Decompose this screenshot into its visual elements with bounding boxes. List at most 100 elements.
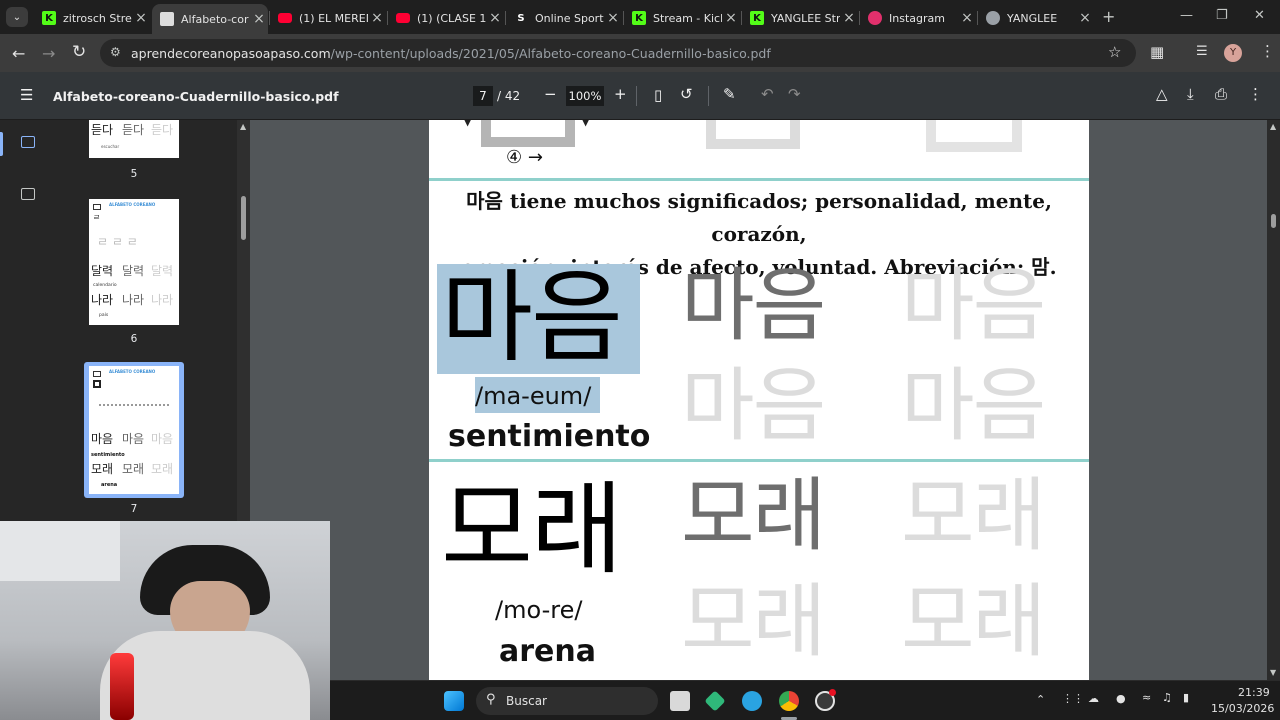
- gem-app-icon[interactable]: [704, 690, 726, 712]
- site-info-icon[interactable]: ⚙: [110, 45, 121, 59]
- outline-view-icon[interactable]: [21, 188, 35, 200]
- taskbar-search[interactable]: ⚲ Buscar: [476, 687, 658, 715]
- windows-start-icon[interactable]: [444, 691, 464, 711]
- reload-icon[interactable]: ↻: [72, 42, 86, 62]
- zoom-out-icon[interactable]: −: [544, 85, 557, 103]
- chevron-down-icon: ⌄: [12, 11, 22, 23]
- close-window-button[interactable]: ✕: [1254, 8, 1265, 23]
- thumbnail-page[interactable]: 듣다 듣다 듣다 escuchar: [89, 120, 179, 158]
- close-icon[interactable]: ×: [486, 10, 504, 26]
- media-controls-icon[interactable]: ☰: [1196, 44, 1208, 59]
- print-icon[interactable]: ⎙: [1215, 85, 1227, 103]
- apps-grid-icon[interactable]: ⋮⋮: [1062, 692, 1084, 705]
- more-options-icon[interactable]: ⋮: [1248, 85, 1263, 103]
- browser-tab[interactable]: (1) EL MEREN ×: [270, 6, 386, 30]
- annotate-icon[interactable]: ✎: [723, 85, 736, 103]
- battery-icon[interactable]: ▮: [1183, 691, 1189, 704]
- chrome-icon[interactable]: [779, 691, 799, 711]
- tab-search-button[interactable]: ⌄: [6, 7, 28, 27]
- viewer-scrollbar[interactable]: ▲ ▼: [1267, 120, 1280, 680]
- trace-box: [706, 120, 800, 149]
- close-icon[interactable]: ×: [604, 10, 622, 26]
- main-word: 마음: [441, 259, 623, 376]
- redo-icon[interactable]: ↷: [788, 85, 801, 103]
- page-number-input[interactable]: 7: [473, 86, 493, 106]
- trace-word-light: 모래: [901, 575, 1046, 668]
- avatar[interactable]: Y: [1224, 44, 1242, 62]
- browser-tab[interactable]: Alfabeto-cor ×: [152, 4, 268, 34]
- download-icon[interactable]: ⤓: [1187, 85, 1194, 103]
- browser-tab[interactable]: (1) (CLASE 1) ×: [388, 6, 504, 30]
- forward-icon[interactable]: →: [42, 44, 55, 63]
- telegram-icon[interactable]: [742, 691, 762, 711]
- close-icon[interactable]: ×: [1076, 10, 1094, 26]
- undo-icon[interactable]: ↶: [761, 85, 774, 103]
- close-icon[interactable]: ×: [368, 10, 386, 26]
- close-icon[interactable]: ×: [250, 11, 268, 27]
- browser-menu-icon[interactable]: ⋮: [1260, 42, 1275, 60]
- url-bar[interactable]: ⚙ aprendecoreanopasoapaso.com/wp-content…: [100, 39, 1136, 67]
- thumbnails-view-icon[interactable]: [21, 136, 35, 148]
- description-line: 마음 tiene muchos significados; personalid…: [466, 189, 1052, 246]
- chevron-up-icon[interactable]: ⌃: [1036, 693, 1045, 706]
- close-icon[interactable]: ×: [132, 10, 150, 26]
- extensions-icon[interactable]: ▦: [1150, 43, 1164, 61]
- bookmark-star-icon[interactable]: ☆: [1108, 43, 1121, 61]
- thumbnail-label: arena: [101, 482, 118, 488]
- rotate-icon[interactable]: ↺: [680, 85, 693, 103]
- clock-date[interactable]: 15/03/2026: [1211, 702, 1274, 715]
- recording-dot-icon: [829, 689, 836, 696]
- tab-title: YANGLEE Stre: [771, 11, 840, 25]
- file-explorer-icon[interactable]: [670, 691, 690, 711]
- sidebar-scroll-thumb[interactable]: [241, 196, 246, 240]
- scroll-up-arrow[interactable]: ▲: [1270, 122, 1276, 131]
- thumbnail-trace-word: 듣다: [151, 123, 174, 137]
- thumbnail-label: sentimiento: [91, 452, 125, 458]
- back-icon[interactable]: ←: [12, 44, 25, 63]
- viewer-scroll-thumb[interactable]: [1271, 214, 1276, 228]
- thumbnail-word: 모래: [91, 462, 114, 476]
- browser-tab[interactable]: Instagram ×: [860, 6, 976, 30]
- thumbnail-page-current[interactable]: ALFABETO COREANO 마음 마음 마음 sentimiento 모래…: [89, 366, 179, 494]
- webcam-background-shelf: [0, 521, 120, 581]
- browser-tab[interactable]: Kzitrosch Strea ×: [34, 6, 150, 30]
- tab-separator: [505, 11, 506, 25]
- page-total: / 42: [497, 89, 521, 103]
- thumbnail-trace-word: 나라: [122, 293, 145, 307]
- pdf-viewer[interactable]: ▼ ▼ ④ → 마음 tiene muchos significados; pe…: [250, 120, 1267, 680]
- youtube-icon: [396, 13, 410, 23]
- thumbnail-number: 6: [130, 333, 138, 345]
- browser-tab[interactable]: K YANGLEE Stre ×: [742, 6, 858, 30]
- globe-icon: [986, 11, 1000, 25]
- close-icon[interactable]: ×: [722, 10, 740, 26]
- cloud-icon[interactable]: ☁: [1088, 692, 1099, 705]
- browser-tab[interactable]: YANGLEE ×: [978, 6, 1094, 30]
- close-icon[interactable]: ×: [958, 10, 976, 26]
- browser-tab[interactable]: K Stream - Kick ×: [624, 6, 740, 30]
- zoom-in-icon[interactable]: +: [614, 85, 627, 103]
- kick-icon: K: [42, 11, 56, 25]
- thumbnail-page[interactable]: ALFABETO COREANO ㄹ ㄹ ㄹ ㄹ 달력 달력 달력 calend…: [89, 199, 179, 325]
- sidebar-menu-icon[interactable]: ☰: [20, 86, 33, 104]
- thumbnail-trace-word: 나라: [151, 293, 174, 307]
- webcam-rgb-light: [110, 653, 134, 720]
- wifi-icon[interactable]: ≈: [1142, 691, 1151, 704]
- close-icon[interactable]: ×: [840, 10, 858, 26]
- restore-button[interactable]: ❐: [1216, 8, 1228, 23]
- zoom-input[interactable]: 100%: [566, 86, 604, 106]
- section-divider: [429, 459, 1089, 462]
- thumbnail-trace-word: 마음: [151, 432, 174, 446]
- minimize-button[interactable]: —: [1180, 8, 1193, 23]
- clock-time[interactable]: 21:39: [1238, 686, 1270, 699]
- volume-icon[interactable]: ♫: [1162, 691, 1172, 704]
- browser-tab[interactable]: S Online Sports ×: [506, 6, 622, 30]
- scroll-down-arrow[interactable]: ▼: [1270, 668, 1276, 677]
- microphone-icon[interactable]: ●: [1116, 692, 1126, 705]
- scroll-up-arrow[interactable]: ▲: [240, 122, 246, 131]
- kick-icon: K: [632, 11, 646, 25]
- new-tab-button[interactable]: +: [1102, 7, 1115, 26]
- fit-page-icon[interactable]: ▯: [654, 86, 662, 104]
- thumbnail-heading: ALFABETO COREANO: [109, 202, 156, 207]
- drive-save-icon[interactable]: △: [1156, 85, 1168, 103]
- tab-separator: [387, 11, 388, 25]
